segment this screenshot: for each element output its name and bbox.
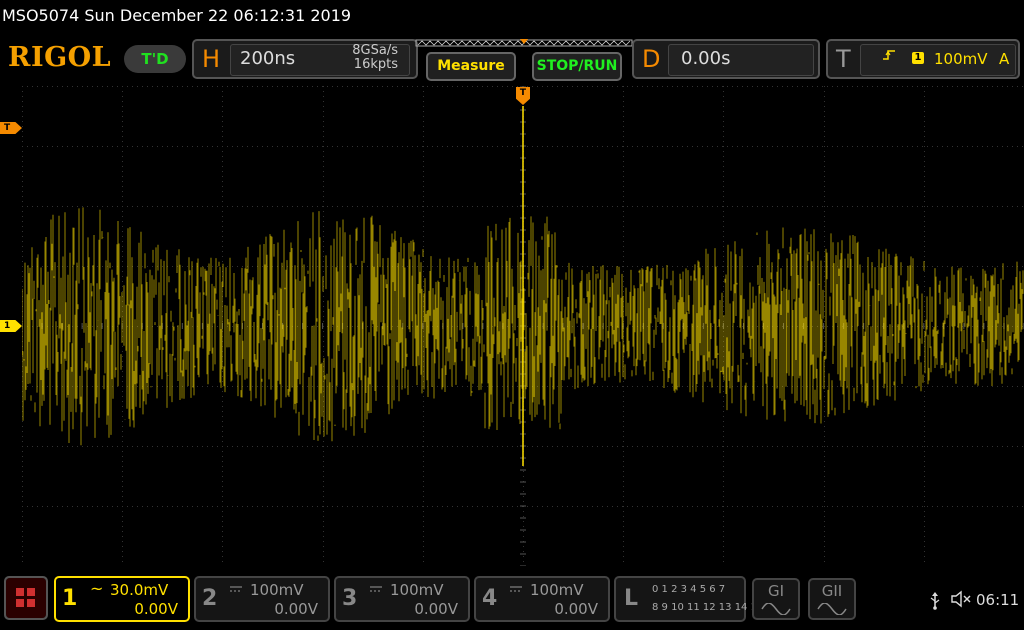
channel4-number: 4	[482, 586, 498, 611]
dc-coupling-icon	[510, 582, 522, 596]
dc-coupling-icon	[370, 582, 382, 596]
trigger-label: T	[836, 45, 851, 73]
logic-channels-row1: 0 1 2 3 4 5 6 7	[652, 584, 726, 595]
channel1-waveform	[22, 106, 1024, 466]
trigger-level-value: 100mV	[934, 50, 988, 68]
trigger-status-badge: T'D	[124, 45, 186, 73]
channel4-scale: 100mV	[530, 581, 584, 599]
rising-edge-icon	[882, 48, 896, 66]
dc-coupling-icon	[230, 582, 242, 596]
memory-position-bar[interactable]	[414, 38, 634, 48]
channel1-number: 1	[62, 586, 78, 611]
logic-channels-row2: 8 9 10 11 12 13 14 15	[652, 602, 764, 613]
channel3-scale: 100mV	[390, 581, 444, 599]
sine-wave-icon	[761, 602, 791, 616]
channel1-panel[interactable]: 1 ~ 30.0mV 0.00V	[54, 576, 190, 622]
channel2-number: 2	[202, 586, 218, 611]
system-clock: 06:11	[976, 591, 1020, 609]
stop-run-button[interactable]: STOP/RUN	[532, 52, 622, 81]
channel3-number: 3	[342, 586, 358, 611]
trigger-level-marker[interactable]: T	[0, 122, 22, 134]
channel1-scale: 30.0mV	[110, 581, 169, 599]
title-bar: MSO5074 Sun December 22 06:12:31 2019	[0, 0, 1024, 34]
channel1-offset-marker[interactable]: 1	[0, 320, 22, 332]
sample-rate: 8GSa/s	[352, 43, 398, 58]
channel3-offset: 0.00V	[414, 600, 458, 618]
delay-label: D	[642, 45, 661, 73]
sine-wave-icon	[817, 602, 847, 616]
logic-analyzer-panel[interactable]: L 0 1 2 3 4 5 6 7 8 9 10 11 12 13 14 15	[614, 576, 763, 622]
timebase-value: 200ns	[240, 48, 296, 69]
trigger-mode: A	[999, 50, 1010, 68]
generator1-button[interactable]: GI	[752, 578, 800, 620]
channel2-offset: 0.00V	[274, 600, 318, 618]
ac-coupling-icon: ~	[90, 579, 104, 598]
main-menu-button[interactable]	[4, 576, 48, 620]
rigol-logo: RIGOL	[8, 42, 112, 73]
generator2-button[interactable]: GII	[808, 578, 856, 620]
usb-icon[interactable]	[928, 592, 942, 614]
memory-depth: 16kpts	[353, 57, 398, 72]
channel4-offset: 0.00V	[554, 600, 598, 618]
channel2-scale: 100mV	[250, 581, 304, 599]
horizontal-label: H	[202, 45, 221, 73]
channel3-panel[interactable]: 3 100mV 0.00V	[334, 576, 470, 622]
generator2-label: GII	[821, 582, 843, 600]
model-datetime-text: MSO5074 Sun December 22 06:12:31 2019	[2, 6, 352, 25]
delay-value: 0.00s	[681, 48, 731, 69]
generator1-label: GI	[767, 582, 785, 600]
grid-menu-icon	[6, 578, 46, 618]
speaker-muted-icon[interactable]	[950, 590, 972, 612]
logic-label: L	[624, 586, 639, 611]
trigger-source-badge: 1	[912, 52, 924, 64]
waveform-display[interactable]	[22, 86, 1024, 566]
channel2-panel[interactable]: 2 100mV 0.00V	[194, 576, 330, 622]
channel4-panel[interactable]: 4 100mV 0.00V	[474, 576, 610, 622]
channel1-offset: 0.00V	[134, 600, 178, 618]
measure-button[interactable]: Measure	[426, 52, 516, 81]
